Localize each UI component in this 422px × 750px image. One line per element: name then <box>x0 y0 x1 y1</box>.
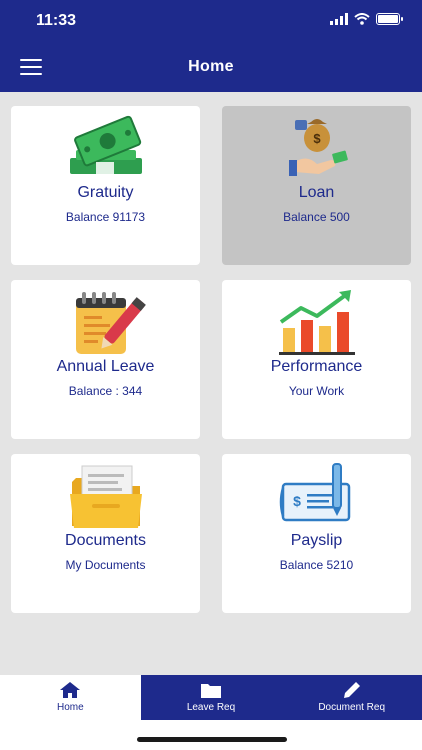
bottom-nav: Home Leave Req Document Req <box>0 675 422 720</box>
app-header: 11:33 Home <box>0 0 422 92</box>
growth-chart-icon <box>278 290 355 355</box>
card-documents[interactable]: Documents My Documents <box>11 454 200 613</box>
card-subtitle: Balance 5210 <box>279 558 354 572</box>
card-title: Documents <box>65 532 146 549</box>
home-indicator <box>137 737 287 742</box>
loan-hand-icon: $ <box>288 119 348 176</box>
nav-label: Home <box>56 702 84 713</box>
card-title: Loan <box>298 184 335 201</box>
bottom-safe-area <box>0 720 422 750</box>
folder-icon <box>69 465 142 528</box>
nav-label: Document Req <box>318 702 386 713</box>
status-time: 11:33 <box>36 12 77 29</box>
card-gratuity[interactable]: Gratuity Balance 91173 <box>11 106 200 265</box>
card-payslip[interactable]: $ Payslip Balance 5210 <box>222 454 411 613</box>
nav-document-req[interactable]: Document Req <box>281 675 422 720</box>
signal-icon <box>330 13 348 25</box>
card-loan[interactable]: $ Loan Balance 500 <box>222 106 411 265</box>
battery-icon <box>376 13 403 25</box>
card-title: Annual Leave <box>56 358 155 375</box>
card-subtitle: Your Work <box>288 384 345 398</box>
cheque-pen-icon: $ <box>279 463 350 522</box>
home-icon <box>60 682 81 698</box>
svg-text:$: $ <box>293 493 301 509</box>
card-title: Payslip <box>290 532 343 549</box>
card-subtitle: My Documents <box>65 558 146 572</box>
status-icons <box>330 13 403 25</box>
card-title: Performance <box>270 358 363 375</box>
nav-label: Leave Req <box>186 702 236 713</box>
pencil-icon <box>343 682 360 698</box>
card-annual-leave[interactable]: Annual Leave Balance : 344 <box>11 280 200 439</box>
card-title: Gratuity <box>77 184 134 201</box>
folder-icon <box>201 684 221 698</box>
nav-home[interactable]: Home <box>0 675 141 720</box>
page-title: Home <box>188 58 234 75</box>
svg-text:$: $ <box>313 131 321 146</box>
nav-leave-req[interactable]: Leave Req <box>140 675 282 720</box>
card-subtitle: Balance 91173 <box>65 210 146 224</box>
money-stack-icon <box>69 115 142 174</box>
notepad-pen-icon <box>75 292 146 354</box>
wifi-icon <box>354 13 370 25</box>
card-performance[interactable]: Performance Your Work <box>222 280 411 439</box>
card-subtitle: Balance 500 <box>283 210 350 224</box>
card-subtitle: Balance : 344 <box>68 384 143 398</box>
